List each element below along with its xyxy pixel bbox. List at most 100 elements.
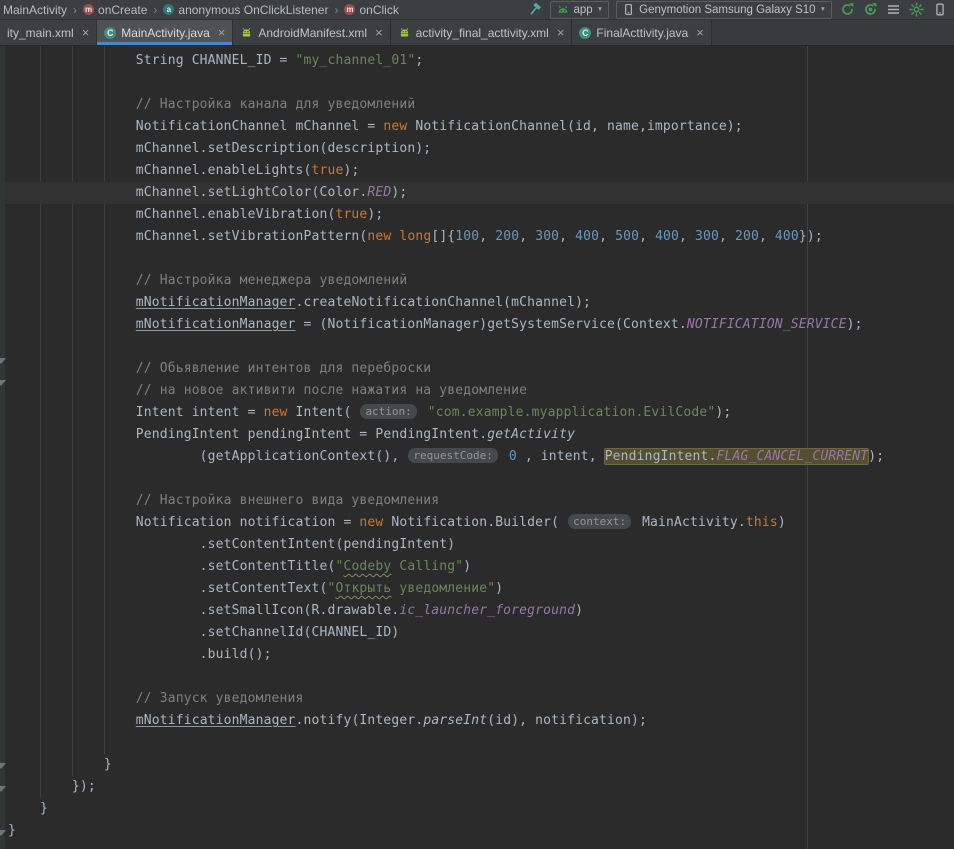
close-icon[interactable]: × [218,26,226,39]
device-label: Genymotion Samsung Galaxy S10 [639,4,815,16]
main-toolbar: app ▼ Genymotion Samsung Galaxy S10 ▼ [526,1,949,19]
code-line [0,336,954,358]
tab-label: activity_final_acttivity.xml [416,26,549,40]
code-line: .setContentIntent(pendingIntent) [0,534,954,556]
phone-icon[interactable] [931,1,948,18]
code-line [0,72,954,94]
code-line: } [0,820,954,842]
breadcrumb-item[interactable]: a anonymous OnClickListener [163,3,328,17]
breadcrumb-item[interactable]: m onClick [344,3,398,17]
code-line: Notification notification = new Notifica… [0,512,954,534]
close-icon[interactable]: × [375,26,383,39]
code-editor[interactable]: String CHANNEL_ID = "my_channel_01"; // … [0,46,954,849]
code-line: } [0,754,954,776]
code-line: mChannel.enableVibration(true); [0,204,954,226]
breadcrumb-label: onCreate [98,3,147,17]
code-line: .setChannelId(CHANNEL_ID) [0,622,954,644]
code-line [0,248,954,270]
highlighted-token: PendingIntent.FLAG_CANCEL_CURRENT [605,449,869,464]
toolbar-icons [839,1,948,18]
java-class-icon: C [104,27,116,39]
build-hammer-icon[interactable] [526,1,543,18]
code-line: // Настройка менеджера уведомлений [0,270,954,292]
method-icon: m [344,4,355,15]
close-icon[interactable]: × [82,26,90,39]
code-line: // Запуск уведомления [0,688,954,710]
chevron-down-icon: ▼ [820,6,826,13]
breadcrumb: MainActivity › m onCreate › a anonymous OnClic… [2,3,400,17]
tab-label: ity_main.xml [7,26,74,40]
code-line: mNotificationManager = (NotificationMana… [0,314,954,336]
apply-changes-icon[interactable] [839,1,856,18]
tab-activity-final-acttivity-xml[interactable]: activity_final_acttivity.xml × [391,20,573,45]
code-line [0,666,954,688]
tab-label: MainActivity.java [121,26,209,40]
tab-label: FinalActtivity.java [596,26,688,40]
code-line: // Обьявление интентов для переброски [0,358,954,380]
run-config-selector[interactable]: app ▼ [550,1,610,19]
code-line: NotificationChannel mChannel = new Notif… [0,116,954,138]
code-line: String CHANNEL_ID = "my_channel_01"; [0,50,954,72]
code-line: .setContentTitle("Codeby Calling") [0,556,954,578]
code-line: mNotificationManager.notify(Integer.pars… [0,710,954,732]
breadcrumb-separator: › [153,3,157,17]
breadcrumb-label: anonymous OnClickListener [178,3,328,17]
tab-finalacttivity-java[interactable]: C FinalActtivity.java × [572,20,711,45]
list-icon[interactable] [885,1,902,18]
code-line: mChannel.setVibrationPattern(new long[]{… [0,226,954,248]
code-line: // Настройка внешнего вида уведомления [0,490,954,512]
breadcrumb-label: onClick [359,3,398,17]
code-line: // на новое активити после нажатия на ув… [0,380,954,402]
code-line: mChannel.setLightColor(Color.RED); [0,182,954,204]
editor-tabs: ity_main.xml×CMainActivity.java×AndroidM… [0,20,954,46]
tab-ity-main-xml[interactable]: ity_main.xml × [0,20,97,45]
method-icon: m [83,4,94,15]
tab-label: AndroidManifest.xml [258,26,367,40]
code-line: mNotificationManager.createNotificationC… [0,292,954,314]
chevron-down-icon: ▼ [597,6,603,13]
code-line [0,732,954,754]
code-line: }); [0,776,954,798]
breadcrumb-item[interactable]: MainActivity [3,3,67,17]
code-line: (getApplicationContext(), requestCode: 0… [0,446,954,468]
breadcrumb-item[interactable]: m onCreate [83,3,147,17]
parameter-hint: action: [360,404,416,419]
code-area[interactable]: String CHANNEL_ID = "my_channel_01"; // … [0,50,954,842]
code-line: .build(); [0,644,954,666]
fold-marker-icon[interactable] [0,830,6,836]
code-line: // Настройка канала для уведомлений [0,94,954,116]
breadcrumb-separator: › [334,3,338,17]
gutter [0,46,5,849]
gear-icon[interactable] [908,1,925,18]
apply-code-changes-icon[interactable] [862,1,879,18]
parameter-hint: requestCode: [408,448,497,463]
android-file-icon [398,26,411,39]
java-class-icon: C [579,27,591,39]
close-icon[interactable]: × [557,26,565,39]
navigation-bar: MainActivity › m onCreate › a anonymous OnClic… [0,0,954,20]
code-line: Intent intent = new Intent( action: "com… [0,402,954,424]
fold-marker-icon[interactable] [0,786,6,792]
phone-icon [622,3,635,17]
code-line [0,468,954,490]
android-icon [556,3,570,17]
code-line: mChannel.setDescription(description); [0,138,954,160]
close-icon[interactable]: × [696,26,704,39]
fold-marker-icon[interactable] [0,380,6,386]
code-line: mChannel.enableLights(true); [0,160,954,182]
code-line: PendingIntent pendingIntent = PendingInt… [0,424,954,446]
anonymous-class-icon: a [163,4,174,15]
code-line: } [0,798,954,820]
run-config-label: app [574,4,593,16]
parameter-hint: context: [568,514,631,529]
breadcrumb-separator: › [73,3,77,17]
code-line: .setContentText("Открыть уведомление") [0,578,954,600]
tab-mainactivity-java[interactable]: C MainActivity.java × [97,20,233,45]
android-file-icon [240,26,253,39]
device-selector[interactable]: Genymotion Samsung Galaxy S10 ▼ [616,1,832,19]
tab-androidmanifest-xml[interactable]: AndroidManifest.xml × [233,20,390,45]
fold-marker-icon[interactable] [0,358,6,364]
fold-marker-icon[interactable] [0,763,6,769]
breadcrumb-label: MainActivity [3,3,67,17]
code-line: .setSmallIcon(R.drawable.ic_launcher_for… [0,600,954,622]
